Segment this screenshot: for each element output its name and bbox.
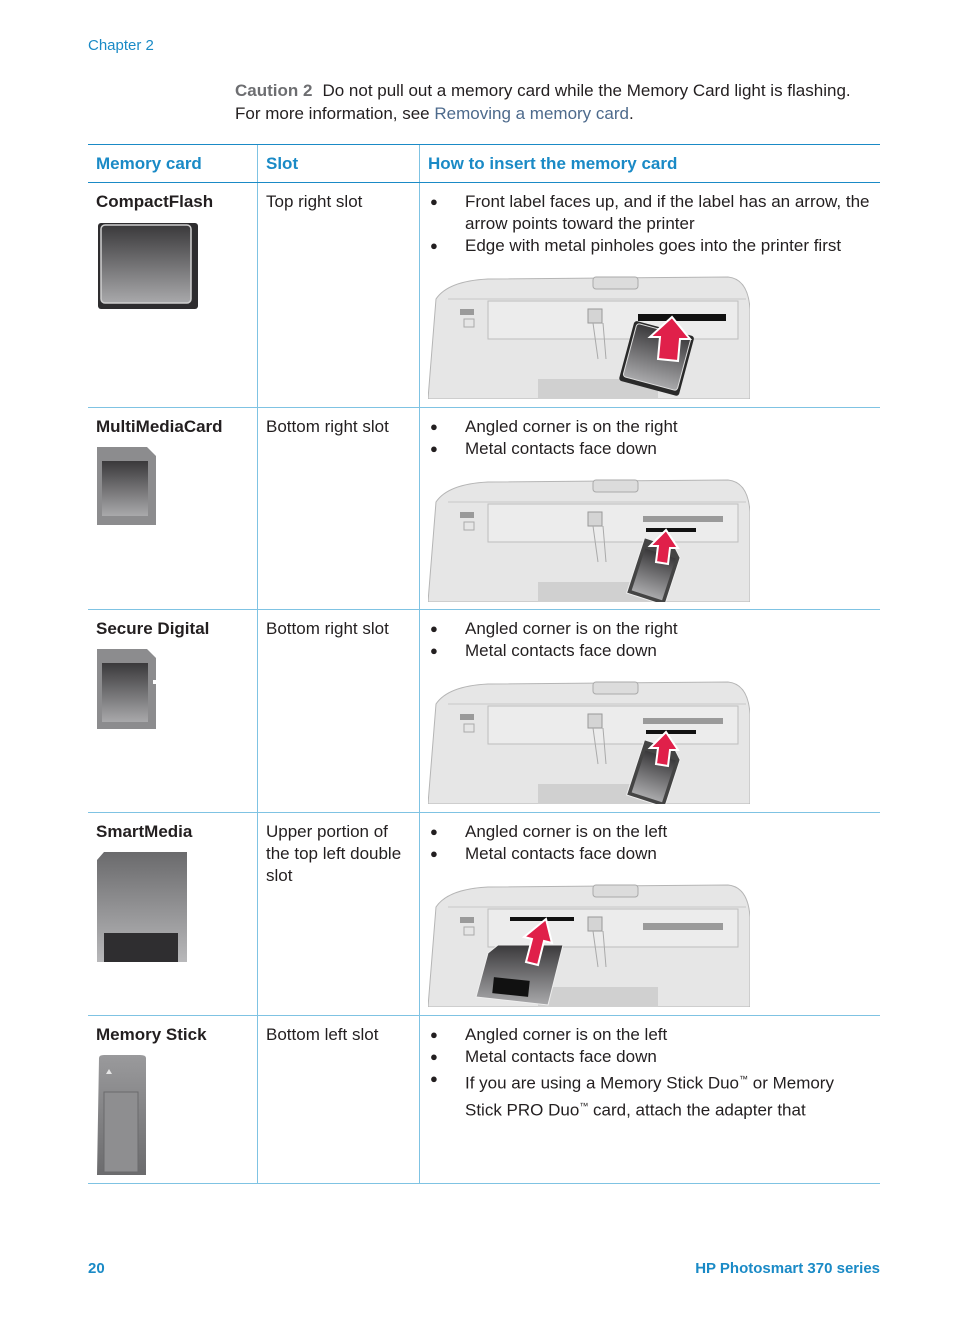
slot-cell: Upper portion of the top left double slo… (257, 812, 420, 1016)
card-name: CompactFlash (96, 192, 214, 211)
column-header-memory-card: Memory card (88, 144, 258, 183)
card-name: Secure Digital (96, 619, 210, 638)
table-row: Memory Stick Bottom left slot Angled cor… (88, 1015, 880, 1184)
table-row: CompactFlash Top right slot Front label … (88, 182, 880, 408)
printer-compactflash-insertion-illustration (428, 269, 750, 399)
instruction-item: Metal contacts face down (428, 843, 872, 865)
card-name: MultiMediaCard (96, 417, 223, 436)
page-number: 20 (88, 1260, 105, 1277)
memory-stick-icon (97, 1055, 146, 1175)
removing-memory-card-link[interactable]: Removing a memory card (434, 104, 629, 123)
table-row: Secure Digital Bottom right slot Angled … (88, 609, 880, 813)
table-row: SmartMedia Upper portion of the top left… (88, 812, 880, 1016)
secure-digital-card-icon (97, 649, 157, 729)
card-name: Memory Stick (96, 1025, 207, 1044)
card-cell: SmartMedia (88, 812, 258, 1016)
instruction-item: Metal contacts face down (428, 640, 872, 662)
smartmedia-card-icon (97, 852, 187, 962)
compactflash-card-icon (98, 223, 198, 309)
instruction-item: Angled corner is on the right (428, 416, 872, 438)
instruction-item: Angled corner is on the left (428, 821, 872, 843)
table-header-row: Memory card Slot How to insert the memor… (88, 144, 880, 183)
product-title: HP Photosmart 370 series (695, 1260, 880, 1277)
instructions-cell: Front label faces up, and if the label h… (419, 182, 880, 408)
printer-smartmedia-insertion-illustration (428, 877, 750, 1007)
trademark-symbol: ™ (579, 1100, 589, 1111)
instruction-item: If you are using a Memory Stick Duo™ or … (428, 1068, 872, 1121)
instructions-cell: Angled corner is on the right Metal cont… (419, 407, 880, 610)
card-cell: Memory Stick (88, 1015, 258, 1184)
instruction-item: Angled corner is on the left (428, 1024, 872, 1046)
instructions-cell: Angled corner is on the right Metal cont… (419, 609, 880, 813)
printer-secure-digital-insertion-illustration (428, 674, 750, 804)
instruction-list: Angled corner is on the left Metal conta… (428, 821, 872, 865)
instructions-cell: Angled corner is on the left Metal conta… (419, 812, 880, 1016)
slot-cell: Top right slot (257, 182, 420, 408)
card-cell: Secure Digital (88, 609, 258, 813)
memory-card-table: Memory card Slot How to insert the memor… (88, 144, 880, 1184)
card-cell: MultiMediaCard (88, 407, 258, 610)
instruction-item: Metal contacts face down (428, 438, 872, 460)
trademark-symbol: ™ (739, 1074, 749, 1084)
instruction-list: Angled corner is on the right Metal cont… (428, 618, 872, 662)
instruction-list: Front label faces up, and if the label h… (428, 191, 872, 257)
instruction-item: Metal contacts face down (428, 1046, 872, 1068)
column-header-slot: Slot (257, 144, 420, 183)
slot-cell: Bottom right slot (257, 609, 420, 813)
slot-cell: Bottom right slot (257, 407, 420, 610)
instruction-item: Angled corner is on the right (428, 618, 872, 640)
multimediacard-icon (97, 447, 156, 525)
chapter-header: Chapter 2 (88, 37, 154, 54)
printer-multimediacard-insertion-illustration (428, 472, 750, 602)
instructions-cell: Angled corner is on the left Metal conta… (419, 1015, 880, 1184)
instruction-item: Front label faces up, and if the label h… (428, 191, 872, 235)
instruction-text: If you are using a Memory Stick Duo (465, 1073, 740, 1093)
caution-label: Caution 2 (235, 81, 313, 100)
instruction-text: card, attach the adapter that (588, 1100, 806, 1120)
caution-end: . (628, 104, 634, 123)
instruction-list: Angled corner is on the right Metal cont… (428, 416, 872, 460)
card-cell: CompactFlash (88, 182, 258, 408)
instruction-list: Angled corner is on the left Metal conta… (428, 1024, 872, 1121)
table-row: MultiMediaCard Bottom right slot Angled … (88, 407, 880, 610)
column-header-how-to-insert: How to insert the memory card (419, 144, 880, 183)
card-name: SmartMedia (96, 822, 193, 841)
slot-cell: Bottom left slot (257, 1015, 420, 1184)
instruction-item: Edge with metal pinholes goes into the p… (428, 235, 872, 257)
caution-note: Caution 2 Do not pull out a memory card w… (235, 79, 855, 125)
